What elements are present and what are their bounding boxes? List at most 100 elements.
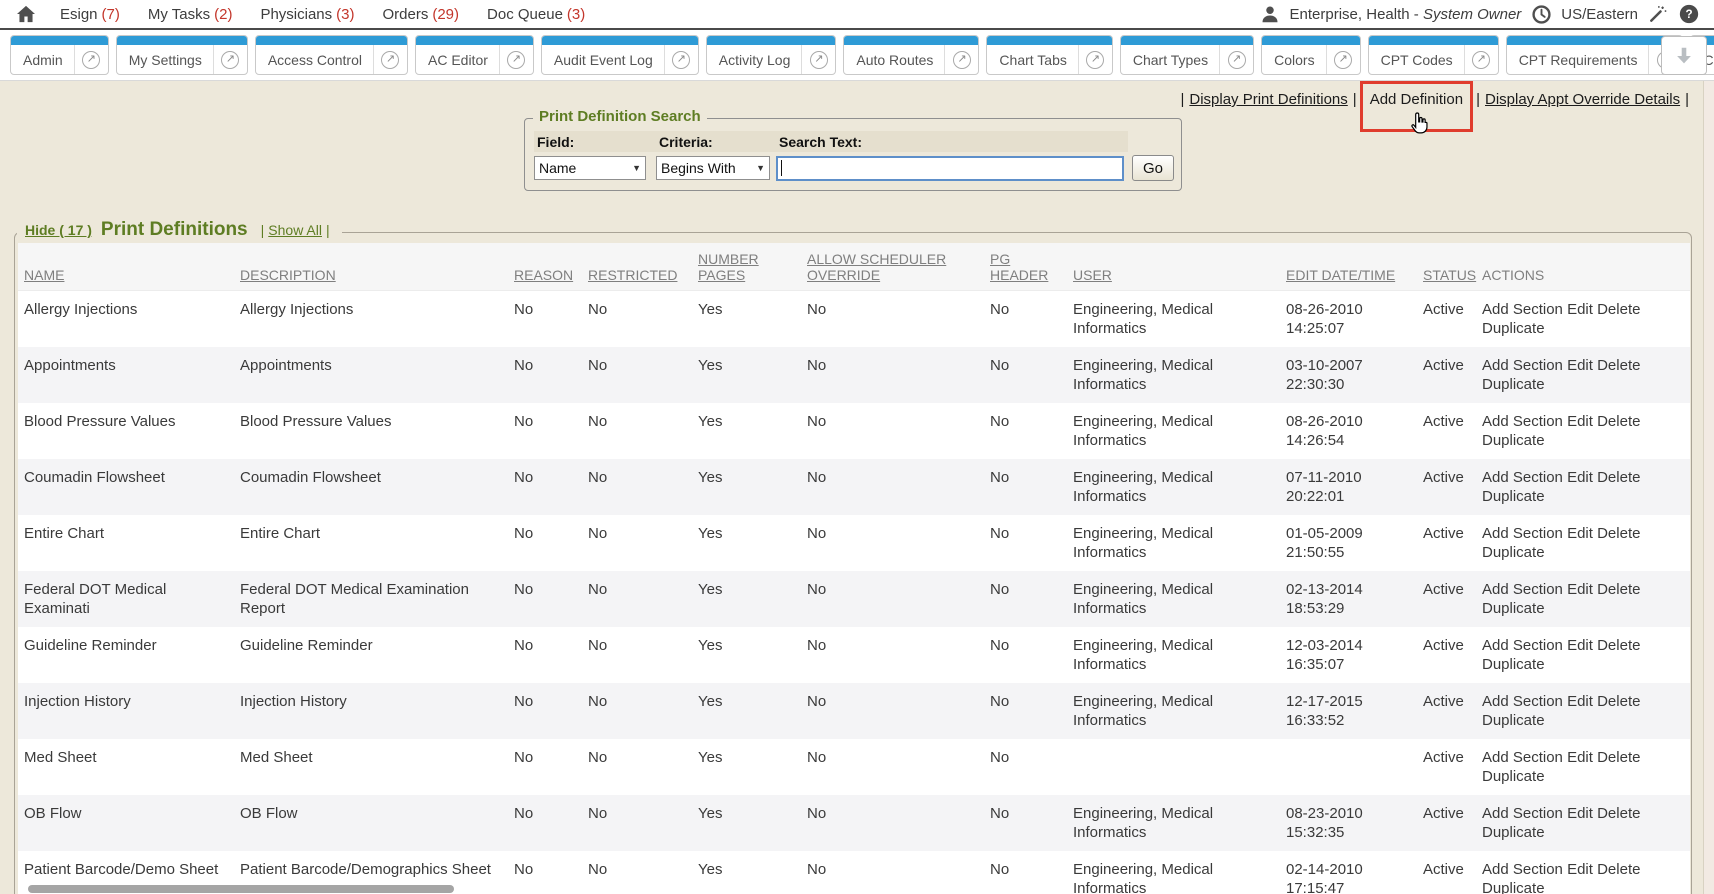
nav-item-my-tasks[interactable]: My Tasks(2) [148, 6, 233, 23]
nav-item-physicians[interactable]: Physicians(3) [260, 6, 354, 23]
tab-popout-button[interactable]: ↗ [802, 45, 835, 74]
action-add-section[interactable]: Add Section [1482, 357, 1563, 374]
timezone-label[interactable]: US/Eastern [1561, 6, 1638, 23]
action-add-section[interactable]: Add Section [1482, 301, 1563, 318]
column-header-status[interactable]: STATUS [1417, 243, 1476, 290]
tab-popout-button[interactable]: ↗ [665, 45, 698, 74]
tab-cpt-requirements[interactable]: CPT Requirements↗ [1506, 35, 1684, 75]
action-duplicate[interactable]: Duplicate [1482, 544, 1545, 561]
horizontal-scrollbar-thumb[interactable] [28, 885, 454, 893]
tab-activity-log[interactable]: Activity Log↗ [706, 35, 837, 75]
column-header-number-pages[interactable]: NUMBER PAGES [692, 243, 801, 290]
show-all-link[interactable]: Show All [268, 222, 322, 238]
tab-audit-event-log[interactable]: Audit Event Log↗ [541, 35, 699, 75]
tab-colors[interactable]: Colors↗ [1261, 35, 1360, 75]
action-duplicate[interactable]: Duplicate [1482, 712, 1545, 729]
action-add-section[interactable]: Add Section [1482, 525, 1563, 542]
action-duplicate[interactable]: Duplicate [1482, 600, 1545, 617]
action-edit[interactable]: Edit [1567, 749, 1593, 766]
column-header-allow-scheduler-override[interactable]: ALLOW SCHEDULER OVERRIDE [801, 243, 984, 290]
column-header-pg-header[interactable]: PG HEADER [984, 243, 1067, 290]
cell-pg-header: No [984, 683, 1067, 739]
action-add-section[interactable]: Add Section [1482, 637, 1563, 654]
tab-popout-button[interactable]: ↗ [1079, 45, 1112, 74]
action-edit[interactable]: Edit [1567, 413, 1593, 430]
tab-ac-editor[interactable]: AC Editor↗ [415, 35, 534, 75]
wand-icon[interactable] [1647, 3, 1669, 25]
tab-admin[interactable]: Admin↗ [10, 35, 109, 75]
action-edit[interactable]: Edit [1567, 469, 1593, 486]
tab-popout-button[interactable]: ↗ [374, 45, 407, 74]
action-edit[interactable]: Edit [1567, 637, 1593, 654]
tab-popout-button[interactable]: ↗ [1220, 45, 1253, 74]
action-duplicate[interactable]: Duplicate [1482, 488, 1545, 505]
column-header-user[interactable]: USER [1067, 243, 1280, 290]
hide-link[interactable]: Hide ( 17 ) [25, 222, 92, 238]
action-add-section[interactable]: Add Section [1482, 469, 1563, 486]
tab-popout-button[interactable]: ↗ [500, 45, 533, 74]
action-edit[interactable]: Edit [1567, 581, 1593, 598]
action-edit[interactable]: Edit [1567, 525, 1593, 542]
column-header-edit-date-time[interactable]: EDIT DATE/TIME [1280, 243, 1417, 290]
action-edit[interactable]: Edit [1567, 357, 1593, 374]
action-delete[interactable]: Delete [1597, 357, 1640, 374]
action-edit[interactable]: Edit [1567, 693, 1593, 710]
action-delete[interactable]: Delete [1597, 581, 1640, 598]
link-display-print-definitions[interactable]: Display Print Definitions [1189, 91, 1347, 108]
column-header-description[interactable]: DESCRIPTION [234, 243, 508, 290]
action-edit[interactable]: Edit [1567, 301, 1593, 318]
tab-popout-button[interactable]: ↗ [214, 45, 247, 74]
add-definition-button[interactable]: Add Definition [1370, 91, 1463, 108]
action-delete[interactable]: Delete [1597, 637, 1640, 654]
action-add-section[interactable]: Add Section [1482, 861, 1563, 878]
action-edit[interactable]: Edit [1567, 861, 1593, 878]
nav-item-orders[interactable]: Orders(29) [383, 6, 460, 23]
action-delete[interactable]: Delete [1597, 749, 1640, 766]
home-icon[interactable] [14, 3, 38, 25]
column-header-name[interactable]: NAME [18, 243, 234, 290]
action-delete[interactable]: Delete [1597, 805, 1640, 822]
cell-edit-datetime: 08-26-2010 14:25:07 [1280, 290, 1417, 347]
tab-chart-types[interactable]: Chart Types↗ [1120, 35, 1254, 75]
action-add-section[interactable]: Add Section [1482, 581, 1563, 598]
tab-overflow-button[interactable] [1661, 36, 1707, 75]
action-duplicate[interactable]: Duplicate [1482, 824, 1545, 841]
go-button[interactable]: Go [1132, 155, 1174, 181]
action-duplicate[interactable]: Duplicate [1482, 656, 1545, 673]
tab-my-settings[interactable]: My Settings↗ [116, 35, 248, 75]
tab-chart-tabs[interactable]: Chart Tabs↗ [986, 35, 1112, 75]
criteria-select[interactable]: Begins With▼ [656, 156, 770, 180]
nav-item-doc-queue[interactable]: Doc Queue(3) [487, 6, 585, 23]
tab-cpt-codes[interactable]: CPT Codes↗ [1368, 35, 1499, 75]
action-add-section[interactable]: Add Section [1482, 413, 1563, 430]
column-header-restricted[interactable]: RESTRICTED [582, 243, 692, 290]
tab-popout-button[interactable]: ↗ [1465, 45, 1498, 74]
column-header-reason[interactable]: REASON [508, 243, 582, 290]
link-display-appt-override-details[interactable]: Display Appt Override Details [1485, 91, 1680, 108]
tab-auto-routes[interactable]: Auto Routes↗ [843, 35, 979, 75]
help-icon[interactable]: ? [1678, 3, 1700, 25]
action-duplicate[interactable]: Duplicate [1482, 376, 1545, 393]
action-duplicate[interactable]: Duplicate [1482, 768, 1545, 785]
nav-item-esign[interactable]: Esign(7) [60, 6, 120, 23]
action-delete[interactable]: Delete [1597, 301, 1640, 318]
action-edit[interactable]: Edit [1567, 805, 1593, 822]
action-delete[interactable]: Delete [1597, 525, 1640, 542]
action-delete[interactable]: Delete [1597, 469, 1640, 486]
action-delete[interactable]: Delete [1597, 413, 1640, 430]
action-add-section[interactable]: Add Section [1482, 693, 1563, 710]
tab-access-control[interactable]: Access Control↗ [255, 35, 408, 75]
action-delete[interactable]: Delete [1597, 861, 1640, 878]
action-duplicate[interactable]: Duplicate [1482, 432, 1545, 449]
action-add-section[interactable]: Add Section [1482, 749, 1563, 766]
tab-popout-button[interactable]: ↗ [945, 45, 978, 74]
search-text-input[interactable] [776, 156, 1124, 181]
tab-popout-button[interactable]: ↗ [75, 45, 108, 74]
vertical-scrollbar[interactable] [1703, 81, 1714, 894]
action-duplicate[interactable]: Duplicate [1482, 320, 1545, 337]
tab-popout-button[interactable]: ↗ [1327, 45, 1360, 74]
clock-icon[interactable] [1530, 3, 1552, 25]
action-add-section[interactable]: Add Section [1482, 805, 1563, 822]
action-delete[interactable]: Delete [1597, 693, 1640, 710]
field-select[interactable]: Name▼ [534, 156, 646, 180]
